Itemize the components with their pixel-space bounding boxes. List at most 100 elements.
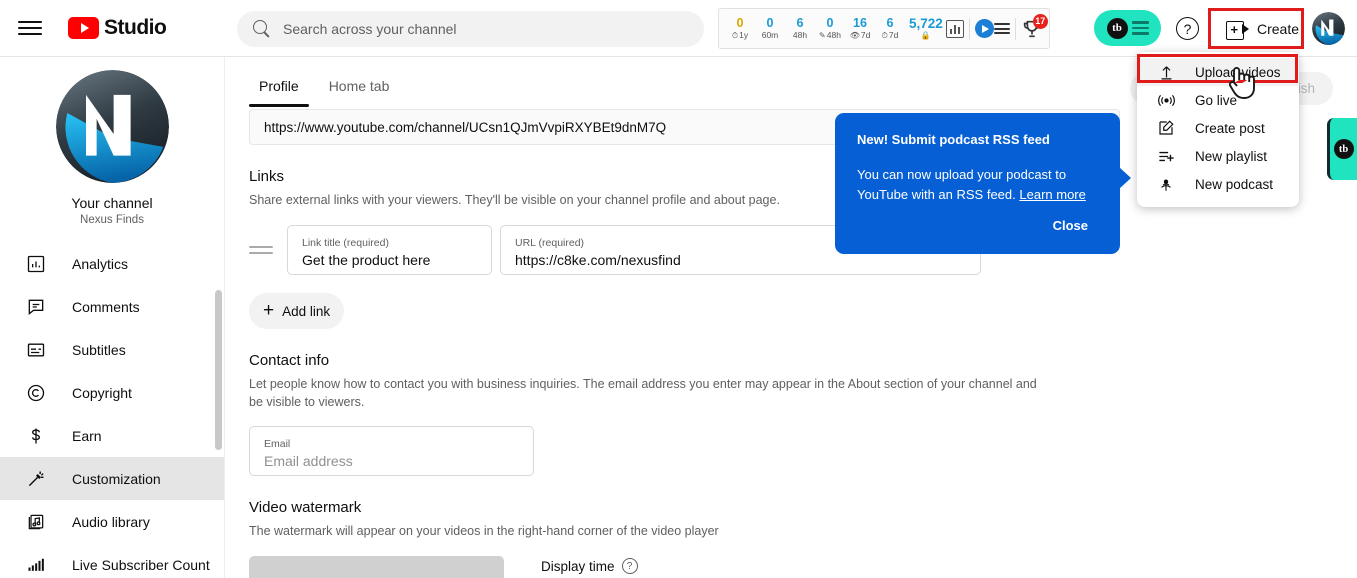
link-title-label: Link title (required) <box>302 237 389 249</box>
display-time-group: Display time ? End of video Custom start… <box>541 556 669 578</box>
watermark-section-title: Video watermark <box>249 499 362 516</box>
pencil-square-icon <box>1155 119 1177 137</box>
sidebar-scrollbar[interactable] <box>215 290 222 450</box>
sidebar-item-label: Earn <box>72 427 102 444</box>
upload-arrow-icon <box>1155 64 1177 81</box>
watermark-image-preview[interactable] <box>249 556 504 578</box>
sidebar-item-live-subscriber-count[interactable]: Live Subscriber Count <box>0 543 224 578</box>
music-note-icon <box>24 510 48 534</box>
subtitles-icon <box>24 338 48 362</box>
signal-bars-icon <box>24 553 48 577</box>
sidebar-item-label: Live Subscriber Count <box>72 556 210 573</box>
email-placeholder: Email address <box>264 453 353 469</box>
sidebar-item-copyright[interactable]: Copyright <box>0 371 224 414</box>
create-button[interactable]: + Create <box>1213 13 1312 45</box>
tab-profile[interactable]: Profile <box>249 74 309 107</box>
create-dropdown-menu: Upload videos Go live Create post New pl… <box>1137 52 1299 207</box>
channel-name: Nexus Finds <box>80 214 144 226</box>
channel-title: Your channel <box>71 195 153 211</box>
display-time-label: Display time <box>541 558 615 574</box>
sidebar-nav: Analytics Comments Subtitles Copyright E… <box>0 242 224 578</box>
tooltip-body: You can now upload your podcast to YouTu… <box>857 165 1098 205</box>
copyright-icon <box>24 381 48 405</box>
divider <box>968 17 970 40</box>
email-field[interactable]: Email Email address <box>249 426 534 476</box>
search-placeholder: Search across your channel <box>283 21 457 37</box>
drag-handle-icon[interactable] <box>249 238 273 262</box>
help-question-icon[interactable]: ? <box>621 558 638 574</box>
display-time-row: Display time ? <box>541 558 669 574</box>
sidebar-item-audio-library[interactable]: Audio library <box>0 500 224 543</box>
tab-home-tab[interactable]: Home tab <box>319 74 400 107</box>
youtube-studio-page: Studio Search across your channel 0 ⏱ 1y … <box>0 0 1357 578</box>
tubebuddy-widget-button[interactable]: tb <box>1094 10 1161 46</box>
sidebar: Your channel Nexus Finds Analytics Comme… <box>0 57 225 578</box>
hamburger-icon[interactable] <box>18 16 42 40</box>
sidebar-item-label: Audio library <box>72 513 150 530</box>
stat-item[interactable]: 6 ⏱ 7d <box>875 16 905 41</box>
sidebar-item-label: Subtitles <box>72 341 126 358</box>
link-row: Link title (required) Get the product he… <box>249 225 1333 275</box>
search-input[interactable]: Search across your channel <box>237 11 704 47</box>
learn-more-link[interactable]: Learn more <box>1019 187 1085 202</box>
studio-logo-text: Studio <box>104 16 167 39</box>
tubebuddy-side-tab[interactable]: tb <box>1327 118 1357 180</box>
sidebar-item-subtitles[interactable]: Subtitles <box>0 328 224 371</box>
add-link-button[interactable]: + Add link <box>249 293 344 329</box>
menu-item-new-podcast[interactable]: New podcast <box>1137 170 1299 198</box>
tooltip-close-button[interactable]: Close <box>1039 211 1102 240</box>
menu-item-create-post[interactable]: Create post <box>1137 114 1299 142</box>
stat-item[interactable]: 0 60m <box>755 16 785 41</box>
menu-item-upload-videos[interactable]: Upload videos <box>1137 58 1299 86</box>
trophy-icon[interactable]: 17 <box>1021 13 1048 40</box>
dollar-icon <box>24 424 48 448</box>
playlist-plus-icon <box>1155 147 1177 166</box>
menu-item-label: New playlist <box>1195 148 1268 164</box>
broadcast-icon <box>1155 91 1177 110</box>
channel-avatar[interactable] <box>55 70 169 183</box>
magic-wand-icon <box>24 467 48 491</box>
create-video-icon: + <box>1226 20 1249 40</box>
divider <box>1014 17 1016 40</box>
stat-item[interactable]: 0 ✎ 48h <box>815 16 845 41</box>
contact-section-title: Contact info <box>249 352 330 369</box>
tooltip-title: New! Submit podcast RSS feed <box>857 132 1050 147</box>
create-button-label: Create <box>1257 21 1300 37</box>
email-label: Email <box>264 438 291 450</box>
menu-item-label: Go live <box>1195 92 1238 108</box>
add-link-label: Add link <box>282 303 331 319</box>
search-icon <box>253 20 271 38</box>
link-title-input[interactable]: Link title (required) Get the product he… <box>287 225 492 275</box>
account-avatar[interactable] <box>1312 12 1345 45</box>
podcast-rss-tooltip: New! Submit podcast RSS feed You can now… <box>835 113 1131 254</box>
menu-item-label: Upload videos <box>1195 64 1281 80</box>
channel-stats-widget: 0 ⏱ 1y 0 60m 6 48h 0 ✎ 48h 16 👁 7d 6 ⏱ 7d 5,… <box>718 8 1050 49</box>
contact-section-description: Let people know how to contact you with … <box>249 377 1037 409</box>
link-title-value: Get the product here <box>302 252 431 268</box>
tubebuddy-logo-small: tb <box>1333 139 1354 159</box>
youtube-play-icon <box>68 17 99 39</box>
sidebar-item-label: Comments <box>72 298 140 315</box>
tubebuddy-menu-icon <box>1131 21 1149 35</box>
help-icon[interactable]: ? <box>1176 17 1199 40</box>
menu-item-label: New podcast <box>1195 176 1274 192</box>
bar-chart-icon[interactable] <box>945 19 964 38</box>
widget-menu-icon[interactable] <box>993 23 1010 34</box>
sidebar-item-comments[interactable]: Comments <box>0 285 224 328</box>
sidebar-item-label: Copyright <box>72 384 132 401</box>
menu-item-new-playlist[interactable]: New playlist <box>1137 142 1299 170</box>
comment-icon <box>24 295 48 319</box>
play-button-icon[interactable] <box>974 19 994 38</box>
notification-badge: 17 <box>1032 13 1048 29</box>
sidebar-item-customization[interactable]: Customization <box>0 457 224 500</box>
sidebar-item-analytics[interactable]: Analytics <box>0 242 224 285</box>
youtube-studio-logo[interactable]: Studio <box>68 16 167 40</box>
stat-item[interactable]: 16 👁 7d <box>845 16 875 41</box>
sidebar-item-earn[interactable]: Earn <box>0 414 224 457</box>
subscriber-count[interactable]: 5,722 🔒 <box>905 16 946 41</box>
stat-item[interactable]: 0 ⏱ 1y <box>725 16 755 41</box>
stat-item[interactable]: 6 48h <box>785 16 815 41</box>
menu-item-go-live[interactable]: Go live <box>1137 86 1299 114</box>
bar-chart-icon <box>24 252 48 276</box>
watermark-settings: Display time ? End of video Custom start… <box>249 556 1333 578</box>
